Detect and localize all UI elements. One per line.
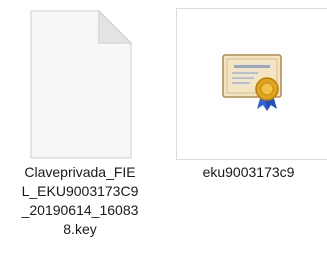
file-name-line: L_EKU9003173C9 bbox=[21, 183, 139, 199]
file-name-line: _20190614_16083 bbox=[21, 202, 139, 218]
file-item-certificate[interactable]: eku9003173c9 bbox=[170, 0, 327, 258]
file-name-label: Claveprivada_FIE L_EKU9003173C9 _2019061… bbox=[2, 163, 158, 239]
file-thumbnail[interactable] bbox=[176, 8, 327, 160]
blank-document-icon bbox=[30, 9, 133, 159]
file-item-key[interactable]: Claveprivada_FIE L_EKU9003173C9 _2019061… bbox=[0, 0, 164, 258]
file-name-line: Claveprivada_FIE bbox=[24, 164, 136, 180]
file-name-line: 8.key bbox=[63, 221, 97, 237]
certificate-icon bbox=[222, 54, 282, 111]
file-thumbnail[interactable] bbox=[2, 8, 154, 160]
file-name-label: eku9003173c9 bbox=[170, 163, 327, 182]
file-name-line: eku9003173c9 bbox=[202, 164, 295, 180]
